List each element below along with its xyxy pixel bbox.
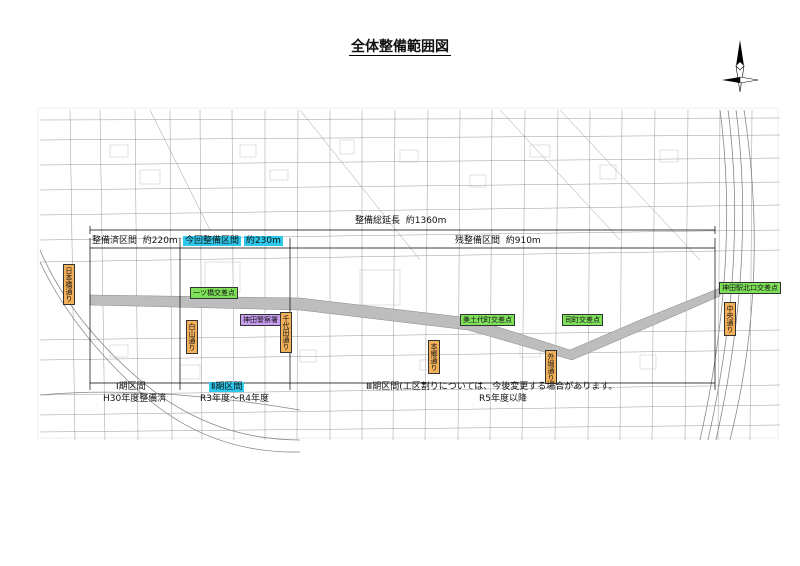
railway-lines bbox=[699, 109, 755, 441]
police-station-tag: 神田警察署 bbox=[240, 314, 281, 326]
phase3-year: R5年度以降 bbox=[479, 394, 527, 404]
north-arrow-icon bbox=[722, 40, 759, 93]
phase2-name: Ⅱ期区間 bbox=[209, 382, 245, 392]
street-label: 中央通り bbox=[724, 302, 736, 336]
street-label: 千代田通り bbox=[280, 312, 292, 353]
intersection-tag: 司町交差点 bbox=[562, 314, 603, 326]
intersection-tag: 美土代町交差点 bbox=[460, 314, 515, 326]
intersection-tag: 神田駅北口交差点 bbox=[719, 282, 781, 294]
done-section-label: 整備済区間 約220m bbox=[92, 236, 178, 246]
phase3-name: Ⅲ期区間(工区割りについては、今後変更する場合があります。 bbox=[366, 382, 618, 392]
phase1-year: H30年度整備済 bbox=[103, 394, 167, 404]
phase2-year: R3年度～R4年度 bbox=[200, 394, 269, 404]
expressway-lines bbox=[39, 249, 301, 453]
street-label: 白山通り bbox=[186, 320, 198, 354]
total-length-label: 整備総延長 約1360m bbox=[355, 216, 447, 226]
street-label: 日本橋通り bbox=[63, 264, 75, 305]
street-label: 外堀通り bbox=[545, 350, 557, 384]
remain-section-label: 残整備区間 約910m bbox=[455, 236, 541, 246]
base-map bbox=[37, 107, 781, 453]
current-section-label: 今回整備区間 約230m bbox=[183, 236, 283, 246]
phase1-name: Ⅰ期区間 bbox=[116, 382, 146, 392]
street-label: 本郷通り bbox=[428, 340, 440, 374]
main-road bbox=[89, 287, 721, 361]
intersection-tag: 一ツ橋交差点 bbox=[190, 287, 238, 299]
